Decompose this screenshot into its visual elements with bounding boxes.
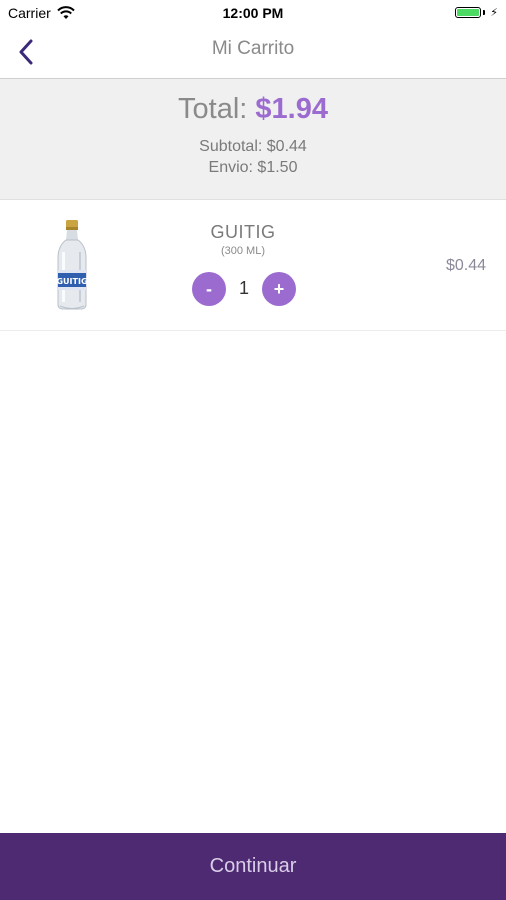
battery-icon xyxy=(455,7,482,18)
product-name: GUITIG xyxy=(210,222,276,242)
item-price: $0.44 xyxy=(445,257,486,274)
continue-button[interactable]: Continuar xyxy=(0,833,506,900)
battery-fill xyxy=(457,9,480,16)
cart-item: GUITIG GUITIG (300 ML) - 1 + $0.44 xyxy=(0,200,506,331)
clock: 12:00 PM xyxy=(222,5,284,21)
page-title: Mi Carrito xyxy=(211,38,295,59)
battery-tip xyxy=(483,10,486,15)
subtotal-text: Subtotal: $0.44 xyxy=(199,138,307,155)
decrease-quantity-button[interactable]: - xyxy=(192,272,226,306)
increase-quantity-button[interactable]: + xyxy=(262,272,296,306)
product-image: GUITIG xyxy=(56,220,88,310)
total-label: Total: xyxy=(178,93,248,125)
product-brand-text: GUITIG xyxy=(56,277,87,286)
product-size: (300 ML) xyxy=(220,245,266,257)
cart-screen: Carrier 12:00 PM ⚡ Mi Carrito Total: $1.… xyxy=(0,0,506,900)
total-value: $1.94 xyxy=(255,93,328,125)
total-line: Total: $1.94 xyxy=(0,93,506,126)
charging-bolt-icon: ⚡ xyxy=(490,7,498,19)
order-summary: Total: $1.94 Subtotal: $0.44 Envio: $1.5… xyxy=(0,79,506,200)
battery-group: ⚡ xyxy=(455,6,498,19)
nav-bar: Mi Carrito xyxy=(0,26,506,79)
quantity-value: 1 xyxy=(238,278,249,298)
status-bar: Carrier 12:00 PM ⚡ xyxy=(0,0,506,26)
shipping-text: Envio: $1.50 xyxy=(208,159,298,176)
quantity-stepper: - 1 + xyxy=(192,272,298,306)
